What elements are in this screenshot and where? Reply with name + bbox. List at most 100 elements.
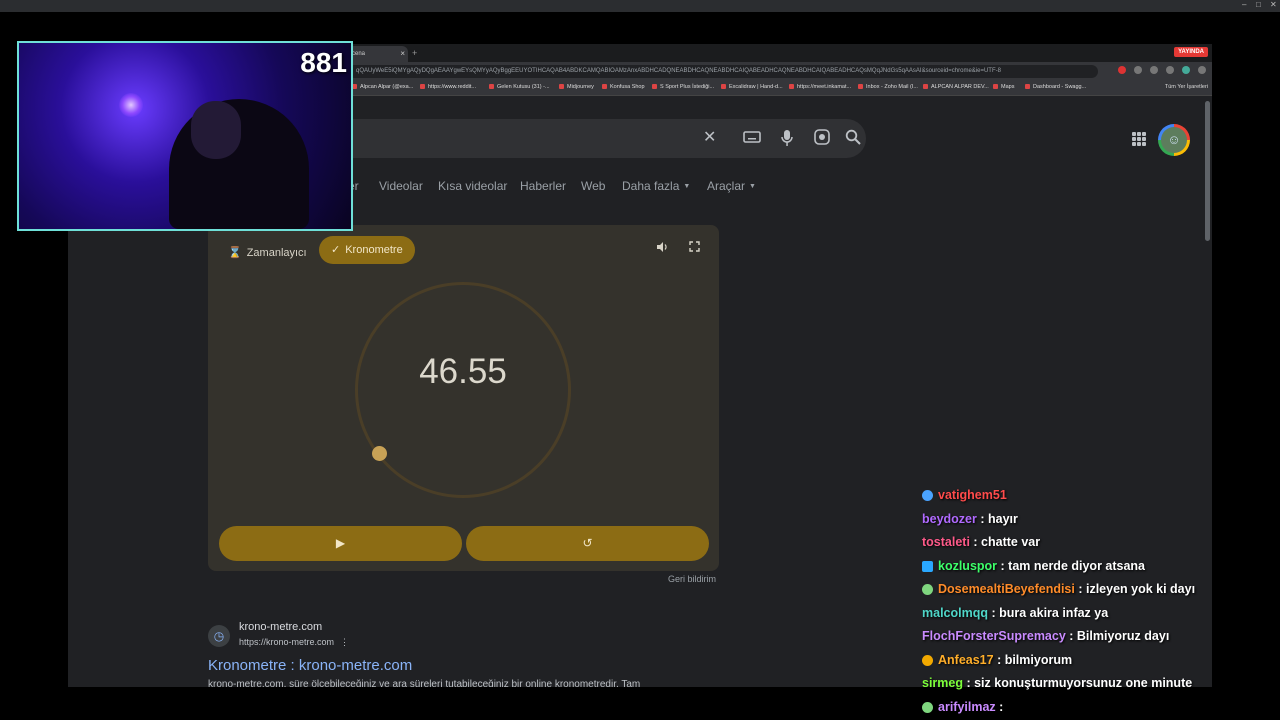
keyboard-icon[interactable] bbox=[743, 130, 761, 149]
tab-web[interactable]: Web bbox=[581, 179, 605, 193]
webcam-overlay: 881 bbox=[17, 41, 353, 231]
chat-username: beydozer bbox=[922, 512, 977, 526]
viewer-counter: 881 bbox=[300, 47, 347, 78]
tab-close-icon[interactable]: × bbox=[400, 49, 405, 58]
stopwatch-tab-label: Kronometre bbox=[345, 244, 403, 256]
lens-icon[interactable] bbox=[814, 129, 830, 150]
clock-icon: ◷ bbox=[208, 625, 230, 647]
chat-message: malcolmqq : bura akira infaz ya bbox=[922, 606, 1109, 620]
fullscreen-icon[interactable] bbox=[689, 241, 700, 255]
stopwatch-widget: ⌛ Zamanlayıcı ✓ Kronometre 46.55 ▶ ↺ bbox=[208, 225, 719, 571]
live-badge: YAYINDA bbox=[1174, 47, 1208, 57]
reset-icon: ↺ bbox=[582, 536, 593, 550]
new-tab-icon[interactable]: + bbox=[412, 48, 417, 58]
tab-title: cena bbox=[352, 51, 366, 57]
chat-username: kozluspor bbox=[938, 559, 998, 573]
chevron-down-icon: ▼ bbox=[683, 183, 691, 191]
chat-message: DosemealtiBeyefendisi : izleyen yok ki d… bbox=[922, 582, 1195, 596]
tab-more[interactable]: Daha fazla ▼ bbox=[622, 179, 690, 193]
mic-icon[interactable] bbox=[781, 129, 793, 152]
extension-icon[interactable] bbox=[1182, 66, 1190, 74]
chat-username: Anfeas17 bbox=[938, 653, 994, 667]
extension-icon[interactable] bbox=[1134, 66, 1142, 74]
user-badge bbox=[922, 490, 933, 502]
chat-username: malcolmqq bbox=[922, 606, 988, 620]
feedback-link[interactable]: Geri bildirim bbox=[668, 574, 716, 584]
chat-message: beydozer : hayır bbox=[922, 512, 1018, 526]
elapsed-time: 46.55 bbox=[419, 352, 507, 391]
url-input[interactable]: qQAUyWeE5iQMYgAQyDQgAEAAYgwEYsQMYyAQyBgg… bbox=[348, 65, 1098, 78]
bookmark-item[interactable]: Excalidraw | Hand-d... bbox=[721, 84, 783, 90]
tab-short-videos[interactable]: Kısa videolar bbox=[438, 179, 507, 193]
chat-username: vatighem51 bbox=[938, 488, 1007, 502]
bookmark-item[interactable]: Alpcan Alpar (@exa... bbox=[352, 84, 413, 90]
chat-text: bura akira infaz ya bbox=[999, 606, 1109, 620]
browser-tab[interactable]: cena × bbox=[348, 46, 408, 62]
dial-progress-dot bbox=[372, 446, 387, 461]
account-avatar[interactable]: ☺ bbox=[1158, 124, 1190, 156]
result-url[interactable]: https://krono-metre.com bbox=[239, 637, 334, 647]
bookmark-item[interactable]: https://www.reddit... bbox=[420, 84, 476, 90]
bookmark-item[interactable]: Inbox - Zoho Mail (I... bbox=[858, 84, 918, 90]
apps-grid-icon[interactable] bbox=[1132, 132, 1146, 146]
start-button[interactable]: ▶ bbox=[219, 526, 462, 561]
maximize-icon[interactable]: □ bbox=[1256, 0, 1261, 9]
tab-news[interactable]: Haberler bbox=[520, 179, 566, 193]
extension-icon[interactable] bbox=[1150, 66, 1158, 74]
result-url-line: https://krono-metre.com ⋮ bbox=[239, 637, 349, 648]
chat-message: tostaleti : chatte var bbox=[922, 535, 1041, 549]
user-badge bbox=[922, 584, 933, 596]
chat-text: izleyen yok ki dayı bbox=[1085, 582, 1196, 596]
bookmark-item[interactable]: https://meet.inkamat... bbox=[789, 84, 851, 90]
bookmark-item[interactable]: ALPCAN ALPAR DEV... bbox=[923, 84, 989, 90]
tab-videos[interactable]: Videolar bbox=[379, 179, 423, 193]
close-window-icon[interactable]: ✕ bbox=[1270, 0, 1277, 9]
chat-username: FlochForsterSupremacy bbox=[922, 629, 1066, 643]
bookmark-item[interactable]: Dashboard - Swagg... bbox=[1025, 84, 1086, 90]
tab-tools-label: Araçlar bbox=[707, 179, 746, 193]
bookmark-item[interactable]: Konfusa Shop bbox=[602, 84, 645, 90]
streamer-head bbox=[191, 101, 241, 159]
user-badge bbox=[922, 561, 933, 573]
chat-message: Anfeas17 : bilmiyorum bbox=[922, 653, 1072, 667]
chat-message: FlochForsterSupremacy : Bilmiyoruz dayı bbox=[922, 629, 1170, 643]
bookmark-item[interactable]: Midjourney bbox=[559, 84, 594, 90]
chat-text: chatte var bbox=[981, 535, 1041, 549]
tab-timer[interactable]: ⌛ Zamanlayıcı bbox=[228, 243, 307, 263]
all-bookmarks[interactable]: Tüm Yer İşaretleri bbox=[1165, 84, 1208, 90]
chat-text: Bilmiyoruz dayı bbox=[1076, 629, 1170, 643]
user-badge bbox=[922, 655, 933, 667]
chat-username: DosemealtiBeyefendisi bbox=[938, 582, 1075, 596]
more-options-icon[interactable]: ⋮ bbox=[340, 637, 349, 647]
user-badge bbox=[922, 702, 933, 714]
menu-icon[interactable] bbox=[1198, 66, 1206, 74]
hourglass-icon: ⌛ bbox=[228, 247, 242, 259]
tab-stopwatch[interactable]: ✓ Kronometre bbox=[319, 236, 415, 264]
result-title[interactable]: Kronometre : krono-metre.com bbox=[208, 657, 412, 674]
sound-icon[interactable] bbox=[656, 241, 668, 256]
bookmark-item[interactable]: Gelen Kutusu (31) -... bbox=[489, 84, 550, 90]
chat-message: vatighem51 bbox=[922, 488, 1007, 502]
extension-icon[interactable] bbox=[1118, 66, 1126, 74]
chat-message: sirmeg : siz konuşturmuyorsunuz one minu… bbox=[922, 676, 1193, 690]
minimize-icon[interactable]: – bbox=[1242, 0, 1246, 9]
chat-username: sirmeg bbox=[922, 676, 963, 690]
extension-icon[interactable] bbox=[1166, 66, 1174, 74]
chat-text: tam nerde diyor atsana bbox=[1008, 559, 1146, 573]
chat-message: kozluspor : tam nerde diyor atsana bbox=[922, 559, 1145, 573]
scrollbar[interactable] bbox=[1205, 101, 1210, 241]
chat-message: arifyilmaz : bbox=[922, 700, 1003, 714]
search-input[interactable]: ✕ bbox=[278, 119, 866, 158]
reset-button[interactable]: ↺ bbox=[466, 526, 709, 561]
bookmark-item[interactable]: Maps bbox=[993, 84, 1014, 90]
clear-icon[interactable]: ✕ bbox=[703, 129, 716, 147]
result-snippet: krono-metre.com, süre ölçebileceğiniz ve… bbox=[208, 679, 641, 687]
result-site[interactable]: krono-metre.com bbox=[239, 621, 322, 633]
search-icon[interactable] bbox=[845, 129, 861, 150]
bookmark-item[interactable]: S Sport Plus İstediği... bbox=[652, 84, 714, 90]
timer-tab-label: Zamanlayıcı bbox=[246, 247, 307, 259]
tab-tools[interactable]: Araçlar ▼ bbox=[707, 179, 756, 193]
play-icon: ▶ bbox=[335, 536, 346, 550]
chat-text: bilmiyorum bbox=[1004, 653, 1073, 667]
chat-text: siz konuşturmuyorsunuz one minute bbox=[974, 676, 1193, 690]
